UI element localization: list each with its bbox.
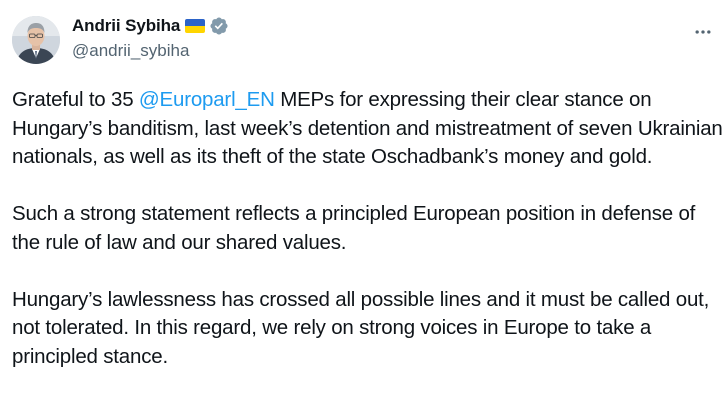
avatar[interactable] bbox=[12, 16, 60, 64]
tweet-text-segment: Grateful to 35 bbox=[12, 88, 139, 111]
tweet-header: Andrii Sybiha @andrii_sybiha bbox=[72, 15, 229, 61]
tweet-paragraph-2: Such a strong statement reflects a princ… bbox=[12, 202, 696, 254]
tweet: Andrii Sybiha @andrii_sybiha Grateful to… bbox=[0, 0, 727, 412]
display-name[interactable]: Andrii Sybiha bbox=[72, 16, 180, 36]
more-options-button[interactable] bbox=[691, 20, 715, 44]
avatar-portrait-icon bbox=[12, 16, 60, 64]
name-row: Andrii Sybiha bbox=[72, 15, 229, 37]
more-options-icon bbox=[695, 30, 711, 34]
mention-link[interactable]: @Europarl_EN bbox=[139, 88, 275, 111]
handle[interactable]: @andrii_sybiha bbox=[72, 41, 229, 61]
tweet-text: Grateful to 35 @Europarl_EN MEPs for exp… bbox=[12, 86, 724, 400]
verified-badge-icon[interactable] bbox=[209, 16, 229, 36]
tweet-paragraph-3: Hungary’s lawlessness has crossed all po… bbox=[12, 287, 710, 368]
ukraine-flag-icon bbox=[185, 19, 206, 33]
tweet-paragraph-1: Grateful to 35 @Europarl_EN MEPs for exp… bbox=[12, 86, 724, 172]
